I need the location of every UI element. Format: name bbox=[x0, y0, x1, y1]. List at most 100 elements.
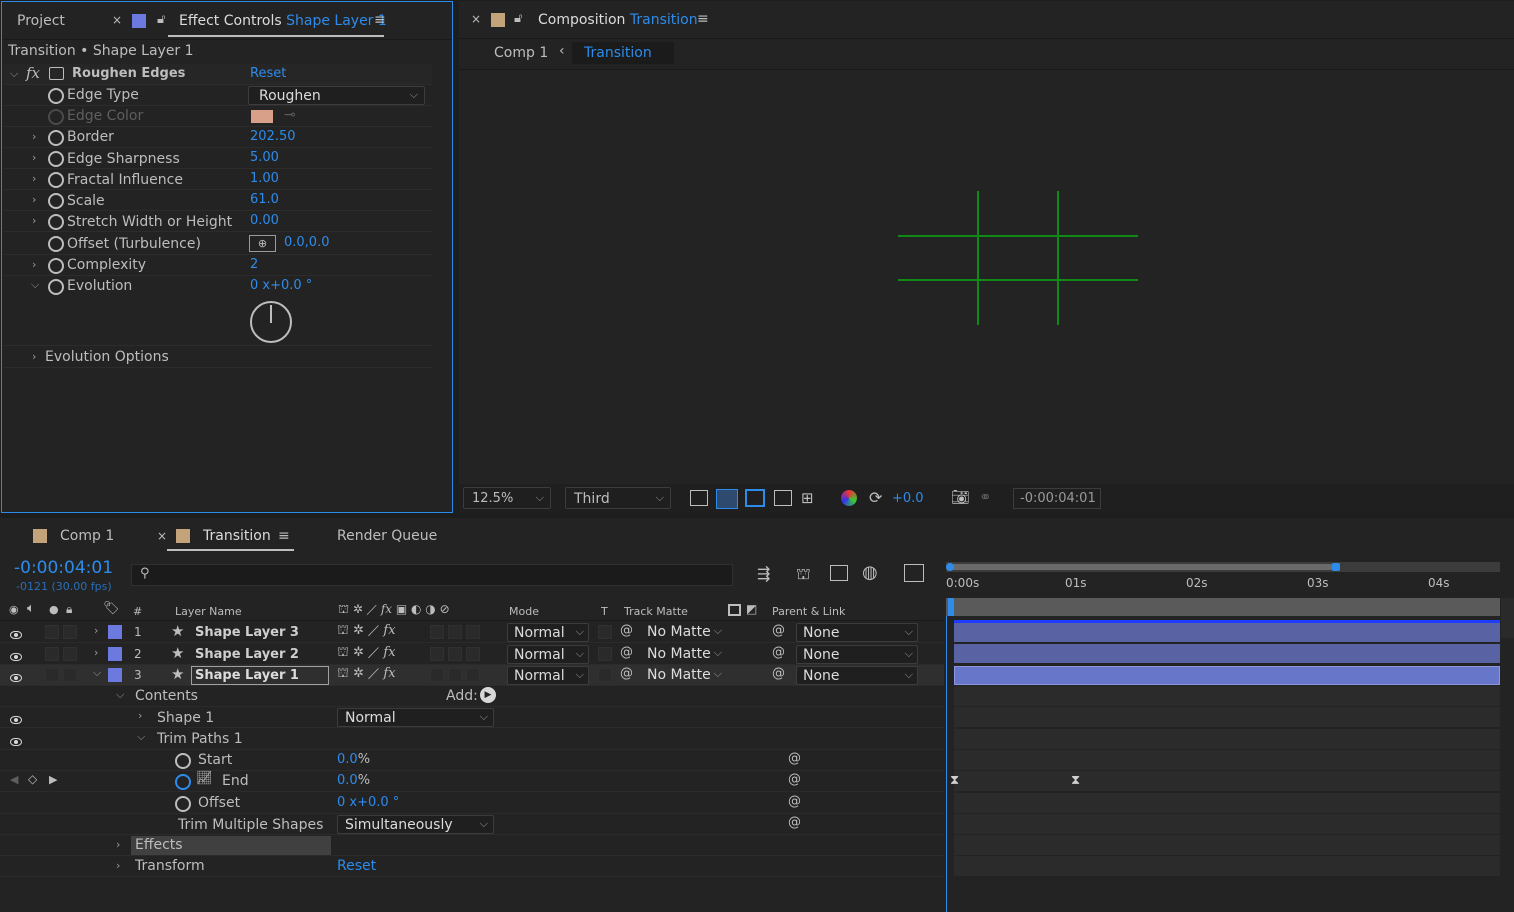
track-matte-dropdown[interactable]: No Matte ⌵ bbox=[640, 623, 724, 642]
frame-blending-icon[interactable] bbox=[830, 565, 848, 581]
timeline-end-marker[interactable] bbox=[1501, 598, 1514, 638]
switch-box[interactable] bbox=[430, 668, 444, 682]
chevron-right-icon[interactable]: › bbox=[138, 709, 142, 722]
stopwatch-icon[interactable] bbox=[175, 753, 191, 769]
chevron-down-icon[interactable]: ⌵ bbox=[116, 688, 124, 702]
playhead-track[interactable] bbox=[946, 598, 1500, 616]
layer-duration-bar[interactable] bbox=[954, 644, 1500, 663]
parent-dropdown[interactable]: None ⌵ bbox=[796, 623, 918, 642]
current-time-display[interactable]: -0:00:04:01 bbox=[1013, 488, 1101, 509]
panel-menu-icon[interactable]: ≡ bbox=[278, 528, 290, 544]
shape1-row[interactable]: › Shape 1 Normal ⌵ bbox=[0, 707, 944, 728]
keyframe-icon[interactable]: ⧗ bbox=[1071, 773, 1080, 788]
close-icon[interactable]: × bbox=[112, 13, 122, 27]
exposure-value[interactable]: +0.0 bbox=[892, 491, 924, 506]
mode-dropdown[interactable]: Normal ⌵ bbox=[507, 623, 589, 642]
effect-reset-link[interactable]: Reset bbox=[250, 66, 286, 81]
prev-keyframe-icon[interactable]: ◀ bbox=[10, 773, 18, 786]
parent-pickwhip-icon[interactable]: @ bbox=[772, 645, 785, 660]
lock-toggle[interactable] bbox=[63, 668, 77, 682]
preserve-transparency-toggle[interactable] bbox=[598, 625, 612, 639]
layer-name[interactable]: Shape Layer 1 bbox=[191, 666, 329, 685]
stopwatch-icon[interactable] bbox=[48, 193, 64, 209]
color-swatch[interactable] bbox=[251, 110, 273, 123]
chevron-down-icon[interactable]: ⌵ bbox=[137, 730, 145, 744]
trim-paths-row[interactable]: ⌵ Trim Paths 1 bbox=[0, 729, 944, 750]
next-keyframe-icon[interactable]: ▶ bbox=[49, 773, 57, 786]
chevron-right-icon[interactable]: › bbox=[32, 130, 36, 143]
add-button[interactable]: ▶ bbox=[480, 687, 496, 703]
track-matte-dropdown[interactable]: No Matte ⌵ bbox=[640, 666, 724, 685]
lock-toggle[interactable] bbox=[63, 647, 77, 661]
mode-dropdown[interactable]: Normal ⌵ bbox=[507, 666, 589, 685]
chevron-right-icon[interactable]: › bbox=[32, 151, 36, 164]
parent-dropdown[interactable]: None ⌵ bbox=[796, 666, 918, 685]
edge-type-dropdown[interactable]: Roughen ⌵ bbox=[248, 86, 425, 105]
chevron-right-icon[interactable]: › bbox=[116, 838, 120, 851]
fx-icon[interactable]: fx bbox=[26, 64, 40, 82]
expression-pickwhip-icon[interactable]: @ bbox=[788, 815, 801, 830]
tab-render-queue[interactable]: Render Queue bbox=[337, 528, 437, 544]
trim-multiple-dropdown[interactable]: Simultaneously ⌵ bbox=[337, 815, 494, 834]
matte-pickwhip-icon[interactable]: @ bbox=[620, 666, 633, 681]
eye-icon[interactable] bbox=[10, 738, 22, 746]
preserve-transparency-toggle[interactable] bbox=[598, 668, 612, 682]
stopwatch-icon[interactable] bbox=[48, 279, 64, 295]
work-area-end-handle[interactable] bbox=[1332, 563, 1340, 571]
video-eye-icon[interactable]: ◉ bbox=[9, 603, 19, 616]
camera-icon[interactable]: 📷︎ bbox=[951, 488, 970, 506]
preserve-transparency-toggle[interactable] bbox=[598, 647, 612, 661]
crumb-transition[interactable]: Transition bbox=[572, 42, 674, 64]
chevron-down-icon[interactable]: ⌵ bbox=[10, 67, 18, 81]
stopwatch-icon[interactable] bbox=[48, 214, 64, 230]
layer-duration-bar-selected[interactable] bbox=[954, 666, 1500, 685]
tab-project[interactable]: Project bbox=[17, 13, 65, 29]
stopwatch-active-icon[interactable] bbox=[175, 774, 191, 790]
switch-box[interactable] bbox=[430, 647, 444, 661]
parent-pickwhip-icon[interactable]: @ bbox=[772, 666, 785, 681]
chevron-right-icon[interactable]: › bbox=[94, 624, 98, 637]
graph-icon[interactable]: 📈︎ bbox=[196, 771, 213, 786]
layer-row[interactable]: › 2 ★ Shape Layer 2 ⛫ ✲ ⟋ fx Normal ⌵ @ … bbox=[0, 644, 944, 665]
layer-row-selected[interactable]: ⌵ 3 ★ Shape Layer 1 ⛫ ✲ ⟋ fx Normal ⌵ @ … bbox=[0, 665, 944, 686]
layer-name[interactable]: Shape Layer 2 bbox=[195, 647, 299, 662]
add-keyframe-icon[interactable]: ◇ bbox=[28, 772, 37, 786]
prop-value[interactable]: 202.50 bbox=[250, 129, 296, 144]
prop-value[interactable]: 1.00 bbox=[250, 171, 279, 186]
expression-pickwhip-icon[interactable]: @ bbox=[788, 794, 801, 809]
chevron-right-icon[interactable]: › bbox=[32, 214, 36, 227]
zoom-dropdown[interactable]: 12.5% ⌵ bbox=[463, 487, 551, 509]
solo-icon[interactable]: ● bbox=[49, 603, 59, 616]
panel-menu-icon[interactable]: ≡ bbox=[697, 11, 709, 27]
graph-editor-icon[interactable] bbox=[904, 564, 924, 582]
keyframe-icon[interactable]: ⧗ bbox=[950, 773, 959, 788]
angle-dial[interactable] bbox=[250, 301, 292, 343]
mask-visibility-icon[interactable] bbox=[745, 489, 765, 507]
resolution-dropdown[interactable]: Third ⌵ bbox=[565, 487, 671, 509]
close-icon[interactable]: × bbox=[157, 529, 167, 543]
region-of-interest-icon[interactable] bbox=[774, 490, 792, 506]
panel-menu-icon[interactable]: ≡ bbox=[374, 12, 386, 28]
chevron-right-icon[interactable]: › bbox=[32, 350, 36, 363]
tab-composition[interactable]: Composition Transition bbox=[538, 12, 698, 28]
stopwatch-icon[interactable] bbox=[48, 88, 64, 104]
chevron-right-icon[interactable]: › bbox=[116, 859, 120, 872]
effect-header-row[interactable]: ⌵ fx Roughen Edges Reset bbox=[4, 64, 432, 85]
parent-dropdown[interactable]: None ⌵ bbox=[796, 645, 918, 664]
timeline-current-time[interactable]: -0:00:04:01 bbox=[14, 558, 113, 578]
crumb-comp1[interactable]: Comp 1 bbox=[494, 45, 548, 61]
transform-row[interactable]: › Transform Reset bbox=[0, 856, 944, 877]
tab-comp1[interactable]: Comp 1 bbox=[60, 528, 114, 544]
chevron-down-icon[interactable]: ⌵ bbox=[93, 666, 101, 680]
prop-value[interactable]: 0 x+0.0 ° bbox=[250, 278, 312, 293]
close-icon[interactable]: × bbox=[471, 12, 481, 26]
work-area-start-handle[interactable] bbox=[946, 563, 954, 571]
tab-effect-controls[interactable]: Effect Controls Shape Layer 1 bbox=[179, 13, 387, 29]
trim-start-row[interactable]: Start 0.0% @ bbox=[0, 750, 944, 771]
eye-icon[interactable] bbox=[10, 631, 22, 639]
audio-icon[interactable]: 🔈︎ bbox=[27, 601, 35, 616]
chevron-right-icon[interactable]: › bbox=[32, 172, 36, 185]
prop-value[interactable]: 61.0 bbox=[250, 192, 279, 207]
switch-box[interactable] bbox=[448, 668, 462, 682]
expression-pickwhip-icon[interactable]: @ bbox=[788, 751, 801, 766]
